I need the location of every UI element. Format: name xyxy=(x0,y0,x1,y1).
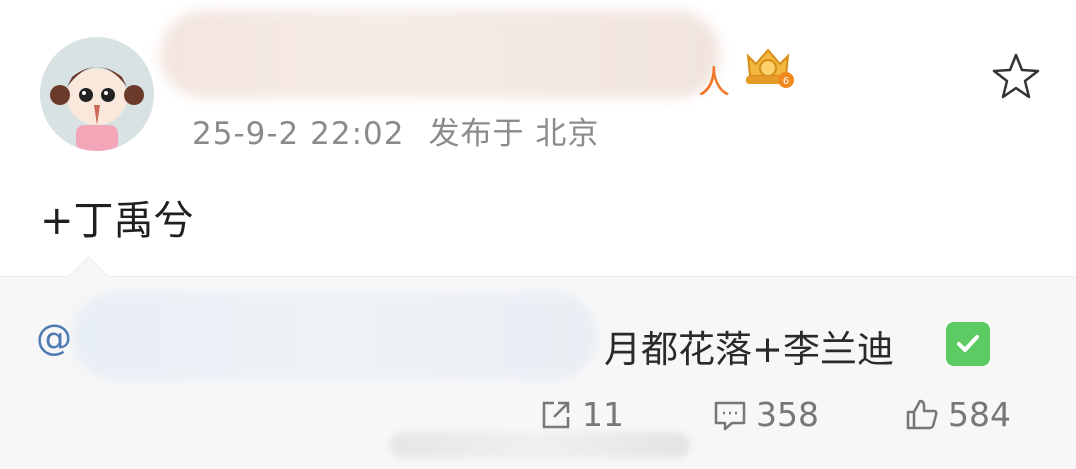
bottom-redacted xyxy=(390,432,690,458)
star-icon[interactable] xyxy=(990,50,1042,102)
repost-button[interactable]: 11 xyxy=(538,395,624,434)
mention-at-symbol[interactable]: @ xyxy=(36,318,72,359)
repost-count: 11 xyxy=(582,395,624,434)
username-redacted[interactable] xyxy=(160,10,720,98)
repost-user-redacted[interactable] xyxy=(72,292,597,380)
post-timestamp: 25-9-2 22:02 xyxy=(192,116,405,152)
username-tail[interactable]: 人 xyxy=(698,57,730,103)
comment-count: 358 xyxy=(756,395,819,434)
post-meta: 25-9-2 22:02 发布于 北京 xyxy=(192,108,599,153)
svg-text:6: 6 xyxy=(783,76,789,87)
thumbs-up-icon xyxy=(906,399,938,429)
comment-icon xyxy=(714,401,746,430)
share-icon xyxy=(542,401,570,428)
comment-button[interactable]: 358 xyxy=(712,395,819,434)
post-body: +丁禹兮 xyxy=(40,198,194,244)
avatar[interactable] xyxy=(40,37,154,151)
repost-text: 月都花落+李兰迪 xyxy=(604,328,895,371)
checkmark-icon xyxy=(946,322,990,366)
like-button[interactable]: 584 xyxy=(904,395,1011,434)
like-count: 584 xyxy=(948,395,1011,434)
post-location: 发布于 北京 xyxy=(428,116,600,152)
crown-badge-icon[interactable]: 6 xyxy=(740,42,796,90)
